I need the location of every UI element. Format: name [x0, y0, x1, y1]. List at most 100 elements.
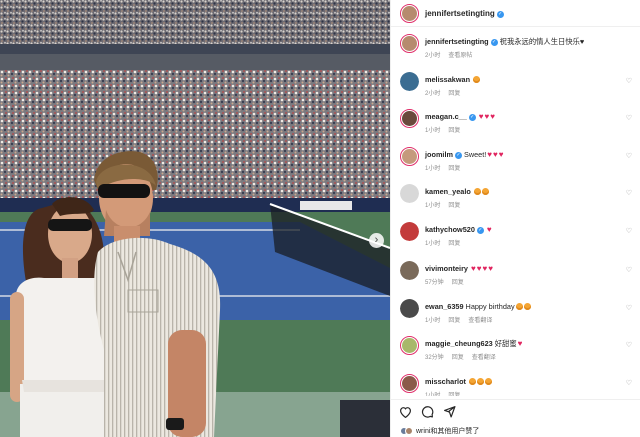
comment-text: 祝我永远的情人生日快乐♥ [499, 37, 585, 46]
comment-time: 1小时 [425, 318, 441, 324]
comment-item: maggie_cheung623 好甜蜜♥ 32分钟 回复 查看翻译 ♡ [400, 336, 636, 361]
like-comment-icon[interactable]: ♡ [626, 304, 632, 312]
commenter-avatar[interactable] [400, 72, 419, 91]
red-heart-icon: ♥ [478, 112, 484, 121]
comment-item: misscharlot 1小时 回复 ♡ [400, 374, 636, 396]
comment-item: joomilm ✓ Sweet!♥♥♥ 1小时 回复 ♡ [400, 147, 636, 172]
commenter-username[interactable]: vivimonteiry [425, 264, 468, 273]
red-heart-icon: ♥ [498, 150, 504, 159]
comment-time: 2小时 [425, 91, 441, 97]
paper-plane-icon[interactable] [443, 405, 456, 418]
comment-time: 1小时 [425, 203, 441, 209]
reply-button[interactable]: 回复 [452, 355, 464, 361]
comment-text: Sweet! [463, 150, 487, 159]
woman-figure [10, 197, 112, 437]
verified-badge-icon: ✓ [496, 10, 504, 18]
heart-outline-icon[interactable] [399, 406, 412, 418]
commenter-avatar[interactable] [400, 336, 419, 355]
commenter-avatar[interactable] [400, 374, 419, 393]
reply-button[interactable]: 回复 [448, 128, 460, 134]
smiley-face-icon [473, 76, 481, 83]
comment-text: Happy birthday [465, 302, 515, 311]
commenter-username[interactable]: meagan.c__ [425, 112, 467, 121]
red-heart-icon: ♥ [487, 150, 493, 159]
commenter-username[interactable]: kamen_yealo [425, 187, 471, 196]
red-heart-icon: ♥ [476, 264, 482, 273]
commenter-avatar[interactable] [400, 109, 419, 128]
commenter-avatar[interactable] [400, 261, 419, 280]
comment-text: 好甜蜜 [494, 339, 517, 348]
smiley-face-icon [515, 303, 523, 310]
verified-badge-icon: ✓ [490, 39, 498, 46]
red-heart-icon: ♥ [482, 264, 488, 273]
post-header: jennifertsetingting ✓ [391, 0, 640, 27]
author-username[interactable]: jennifertsetingting ✓ [425, 9, 504, 18]
commenter-username[interactable]: joomilm [425, 150, 453, 159]
verified-badge-icon: ✓ [454, 152, 462, 159]
reply-button[interactable]: 回复 [448, 166, 460, 172]
reply-button[interactable]: 回复 [452, 280, 464, 286]
comment-time: 1小时 [425, 393, 441, 396]
photo-scene [0, 0, 390, 437]
smiley-face-icon [523, 303, 531, 310]
red-heart-icon: ♥ [486, 225, 492, 234]
commenter-username[interactable]: maggie_cheung623 [425, 339, 493, 348]
commenter-username[interactable]: jennifertsetingting [425, 37, 489, 46]
commenter-avatar[interactable] [400, 299, 419, 318]
reply-button[interactable]: 回复 [448, 241, 460, 247]
comment-time: 2小时 [425, 53, 441, 59]
see-translation-button[interactable]: 查看翻译 [468, 318, 492, 324]
comment-item: ewan_6359 Happy birthday 1小时 回复 查看翻译 ♡ [400, 299, 636, 324]
see-translation-button[interactable]: 查看翻译 [472, 355, 496, 361]
likes-summary[interactable]: wrini和其他用户赞了 [400, 426, 479, 436]
comments-list: jennifertsetingting ✓ 祝我永远的情人生日快乐♥ 2小时 查看原帖 m… [391, 30, 640, 396]
verified-badge-icon: ✓ [468, 114, 476, 121]
like-comment-icon[interactable]: ♡ [626, 77, 632, 85]
red-heart-icon: ♥ [471, 264, 476, 273]
chevron-right-icon: › [374, 234, 379, 246]
red-heart-icon: ♥ [517, 339, 523, 348]
commenter-avatar[interactable] [400, 147, 419, 166]
smiley-face-icon [484, 378, 492, 385]
comment-bubble-icon[interactable] [421, 405, 434, 418]
smiley-face-icon [476, 378, 484, 385]
red-heart-icon: ♥ [493, 150, 498, 159]
comment-item: meagan.c__ ✓ ♥♥♥ 1小时 回复 ♡ [400, 109, 636, 134]
view-original-button[interactable]: 查看原帖 [448, 53, 472, 59]
likes-text: wrini和其他用户赞了 [416, 428, 480, 435]
like-comment-icon[interactable]: ♡ [626, 114, 632, 122]
commenter-username[interactable]: kathychow520 [425, 225, 475, 234]
comment-time: 1小时 [425, 128, 441, 134]
like-comment-icon[interactable]: ♡ [626, 227, 632, 235]
like-comment-icon[interactable]: ♡ [626, 341, 632, 349]
like-comment-icon[interactable]: ♡ [626, 266, 632, 274]
commenter-username[interactable]: melissakwan [425, 75, 470, 84]
like-comment-icon[interactable]: ♡ [626, 152, 632, 160]
comment-time: 1小时 [425, 241, 441, 247]
commenter-username[interactable]: ewan_6359 [425, 302, 464, 311]
liker-avatar [405, 427, 413, 435]
verified-badge-icon: ✓ [476, 227, 484, 234]
smiley-face-icon [473, 188, 481, 195]
reply-button[interactable]: 回复 [448, 318, 460, 324]
comments-panel: jennifertsetingting ✓ jennifertsetingting… [390, 0, 640, 437]
like-comment-icon[interactable]: ♡ [626, 189, 632, 197]
reply-button[interactable]: 回复 [448, 203, 460, 209]
smiley-face-icon [468, 378, 476, 385]
reply-button[interactable]: 回复 [448, 393, 460, 396]
author-avatar[interactable] [400, 3, 419, 23]
red-heart-icon: ♥ [490, 112, 496, 121]
commenter-avatar[interactable] [400, 222, 419, 241]
comment-item: jennifertsetingting ✓ 祝我永远的情人生日快乐♥ 2小时 查看原帖 [400, 34, 636, 59]
like-comment-icon[interactable]: ♡ [626, 379, 632, 387]
reply-button[interactable]: 回复 [448, 91, 460, 97]
comment-time: 57分钟 [425, 280, 444, 286]
red-heart-icon: ♥ [488, 264, 493, 273]
next-photo-button[interactable]: › [369, 233, 384, 248]
commenter-avatar[interactable] [400, 184, 419, 203]
commenter-avatar[interactable] [400, 34, 419, 53]
comment-item: melissakwan 2小时 回复 ♡ [400, 72, 636, 97]
comment-item: kamen_yealo 1小时 回复 ♡ [400, 184, 636, 209]
commenter-username[interactable]: misscharlot [425, 377, 466, 386]
comment-item: kathychow520 ✓ ♥ 1小时 回复 ♡ [400, 222, 636, 247]
